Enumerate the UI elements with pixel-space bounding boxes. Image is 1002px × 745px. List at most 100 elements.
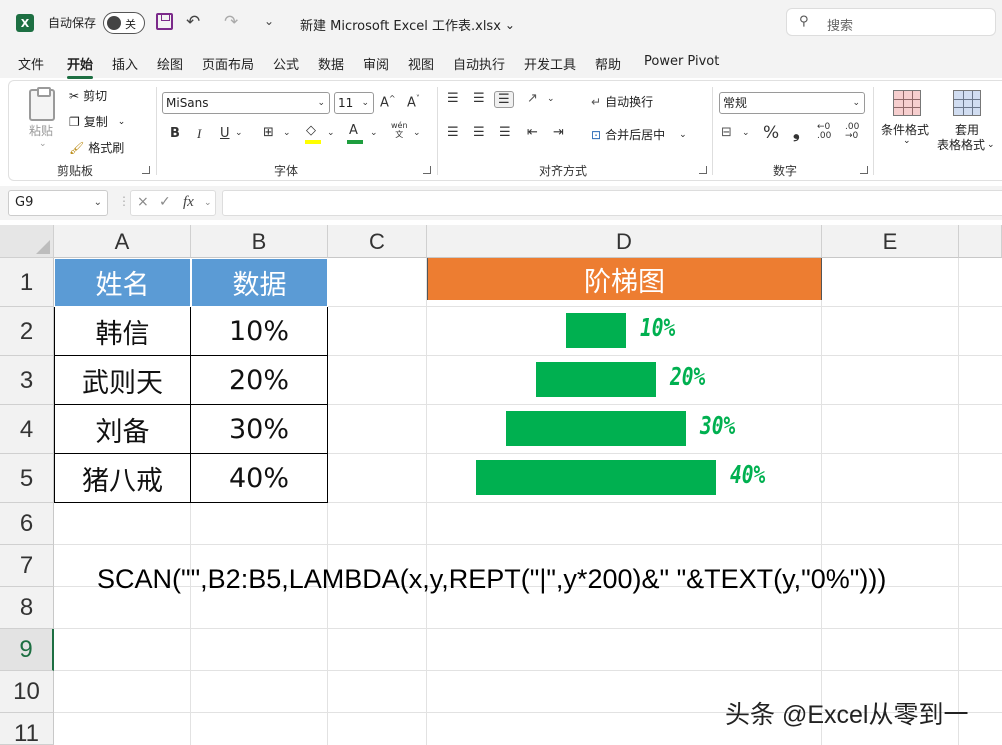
paste-button[interactable]: 粘贴 <box>29 122 53 139</box>
alignment-launcher-icon[interactable] <box>699 166 707 174</box>
copy-button[interactable]: ❐ 复制 ⌄ <box>69 113 125 130</box>
cell-a3[interactable]: 武则天 <box>54 356 191 405</box>
row-header-5[interactable]: 5 <box>0 454 54 503</box>
tab-file[interactable]: 文件 <box>18 54 44 73</box>
row-header-3[interactable]: 3 <box>0 356 54 405</box>
font-name-select[interactable]: MiSans ⌄ <box>162 92 330 114</box>
tab-power-pivot[interactable]: Power Pivot <box>644 54 719 69</box>
cell-a5[interactable]: 猪八戒 <box>54 454 191 503</box>
fill-color-icon[interactable]: ◇ <box>305 123 321 144</box>
chevron-down-icon[interactable]: ⌄ <box>742 128 750 138</box>
comma-button[interactable]: ❟ <box>793 123 800 143</box>
tab-formulas[interactable]: 公式 <box>273 54 299 73</box>
tab-insert[interactable]: 插入 <box>112 54 138 73</box>
tab-view[interactable]: 视图 <box>408 54 434 73</box>
row-header-10[interactable]: 10 <box>0 671 54 713</box>
italic-button[interactable]: I <box>197 126 201 142</box>
number-format-select[interactable]: 常规 ⌄ <box>719 92 865 114</box>
formula-bar-grip-icon[interactable]: ⋮ <box>118 194 130 208</box>
tab-draw[interactable]: 绘图 <box>157 54 183 73</box>
customize-quick-access-icon[interactable]: ⌄ <box>264 14 274 28</box>
select-all-corner[interactable] <box>0 225 54 258</box>
number-launcher-icon[interactable] <box>860 166 868 174</box>
autosave-toggle[interactable]: 关 <box>103 12 145 34</box>
ladder-chart-header[interactable]: 阶梯图 <box>427 258 822 300</box>
cell-a2[interactable]: 韩信 <box>54 307 191 356</box>
paste-dropdown-icon[interactable]: ⌄ <box>39 139 47 149</box>
orientation-icon[interactable]: ↗ <box>527 91 538 106</box>
cell-b5[interactable]: 40% <box>191 454 328 503</box>
formula-input[interactable] <box>222 190 1002 216</box>
insert-function-icon[interactable]: fx <box>183 194 194 211</box>
column-header-e[interactable]: E <box>822 225 959 258</box>
bold-button[interactable]: B <box>170 126 180 141</box>
underline-button[interactable]: U <box>220 126 230 141</box>
name-box[interactable]: G9 ⌄ <box>8 190 108 216</box>
row-header-4[interactable]: 4 <box>0 405 54 454</box>
column-header-d[interactable]: D <box>427 225 822 258</box>
align-left-icon[interactable]: ☰ <box>447 125 459 140</box>
tab-data[interactable]: 数据 <box>318 54 344 73</box>
conditional-formatting-icon[interactable] <box>893 90 921 116</box>
align-center-icon[interactable]: ☰ <box>473 125 485 140</box>
chevron-down-icon[interactable]: ⌄ <box>903 136 911 146</box>
row-header-11[interactable]: 11 <box>0 713 54 745</box>
row-header-2[interactable]: 2 <box>0 307 54 356</box>
tab-review[interactable]: 审阅 <box>363 54 389 73</box>
chevron-down-icon[interactable]: ⌄ <box>235 128 243 138</box>
chevron-down-icon[interactable]: ⌄ <box>370 128 378 138</box>
phonetic-guide-button[interactable]: wén 文 <box>391 121 408 139</box>
merge-center-button[interactable]: ⊡ 合并后居中 ⌄ <box>591 126 687 143</box>
chevron-down-icon[interactable]: ⌄ <box>283 128 291 138</box>
font-size-select[interactable]: 11 ⌄ <box>334 92 374 114</box>
tab-page-layout[interactable]: 页面布局 <box>202 54 254 73</box>
increase-indent-icon[interactable]: ⇥ <box>553 125 564 140</box>
column-header-b[interactable]: B <box>191 225 328 258</box>
redo-icon[interactable]: ↷ <box>224 12 238 32</box>
row-header-7[interactable]: 7 <box>0 545 54 587</box>
align-top-icon[interactable]: ☰ <box>447 91 459 106</box>
grow-font-button[interactable]: A^ <box>380 94 396 110</box>
column-header-a[interactable]: A <box>54 225 191 258</box>
undo-icon[interactable]: ↶ <box>186 12 200 32</box>
tab-home[interactable]: 开始 <box>67 54 94 79</box>
align-middle-icon[interactable]: ☰ <box>473 91 485 106</box>
clipboard-launcher-icon[interactable] <box>142 166 150 174</box>
decrease-indent-icon[interactable]: ⇤ <box>527 125 538 140</box>
enter-icon[interactable]: ✓ <box>159 194 171 210</box>
font-launcher-icon[interactable] <box>423 166 431 174</box>
row-header-9[interactable]: 9 <box>0 629 54 671</box>
align-right-icon[interactable]: ☰ <box>499 125 511 140</box>
chevron-down-icon[interactable]: ⌄ <box>327 128 335 138</box>
cell-b2[interactable]: 10% <box>191 307 328 356</box>
wrap-text-button[interactable]: ↵ 自动换行 <box>591 93 653 110</box>
cancel-icon[interactable]: × <box>137 194 149 210</box>
row-header-1[interactable]: 1 <box>0 258 54 307</box>
chevron-down-icon[interactable]: ⌄ <box>204 198 212 208</box>
row-header-8[interactable]: 8 <box>0 587 54 629</box>
column-header-f[interactable] <box>959 225 1002 258</box>
percent-button[interactable]: % <box>763 123 779 143</box>
font-color-icon[interactable]: A <box>347 123 363 144</box>
row-header-6[interactable]: 6 <box>0 503 54 545</box>
tab-help[interactable]: 帮助 <box>595 54 621 73</box>
borders-icon[interactable]: ⊞ <box>263 125 274 140</box>
file-name[interactable]: 新建 Microsoft Excel 工作表.xlsx ⌄ <box>300 15 515 35</box>
save-icon[interactable] <box>156 13 173 30</box>
align-bottom-icon[interactable]: ☰ <box>494 91 514 108</box>
cut-button[interactable]: ✂ 剪切 <box>69 87 107 104</box>
chevron-down-icon[interactable]: ⌄ <box>413 128 421 138</box>
format-painter-button[interactable]: 🖌 格式刷 <box>69 139 124 156</box>
cell-b4[interactable]: 30% <box>191 405 328 454</box>
cell-b1[interactable]: 数据 <box>191 258 328 307</box>
increase-decimal-icon[interactable]: ←0.00 <box>817 123 831 141</box>
cell-a4[interactable]: 刘备 <box>54 405 191 454</box>
shrink-font-button[interactable]: A˅ <box>407 94 420 110</box>
decrease-decimal-icon[interactable]: .00 →0 <box>845 123 859 141</box>
chevron-down-icon[interactable]: ⌄ <box>547 94 555 104</box>
format-as-table-line2[interactable]: 表格格式 ⌄ <box>937 136 995 153</box>
tab-automate[interactable]: 自动执行 <box>453 54 505 73</box>
paste-icon[interactable] <box>29 87 55 121</box>
tab-developer[interactable]: 开发工具 <box>524 54 576 73</box>
column-header-c[interactable]: C <box>328 225 427 258</box>
